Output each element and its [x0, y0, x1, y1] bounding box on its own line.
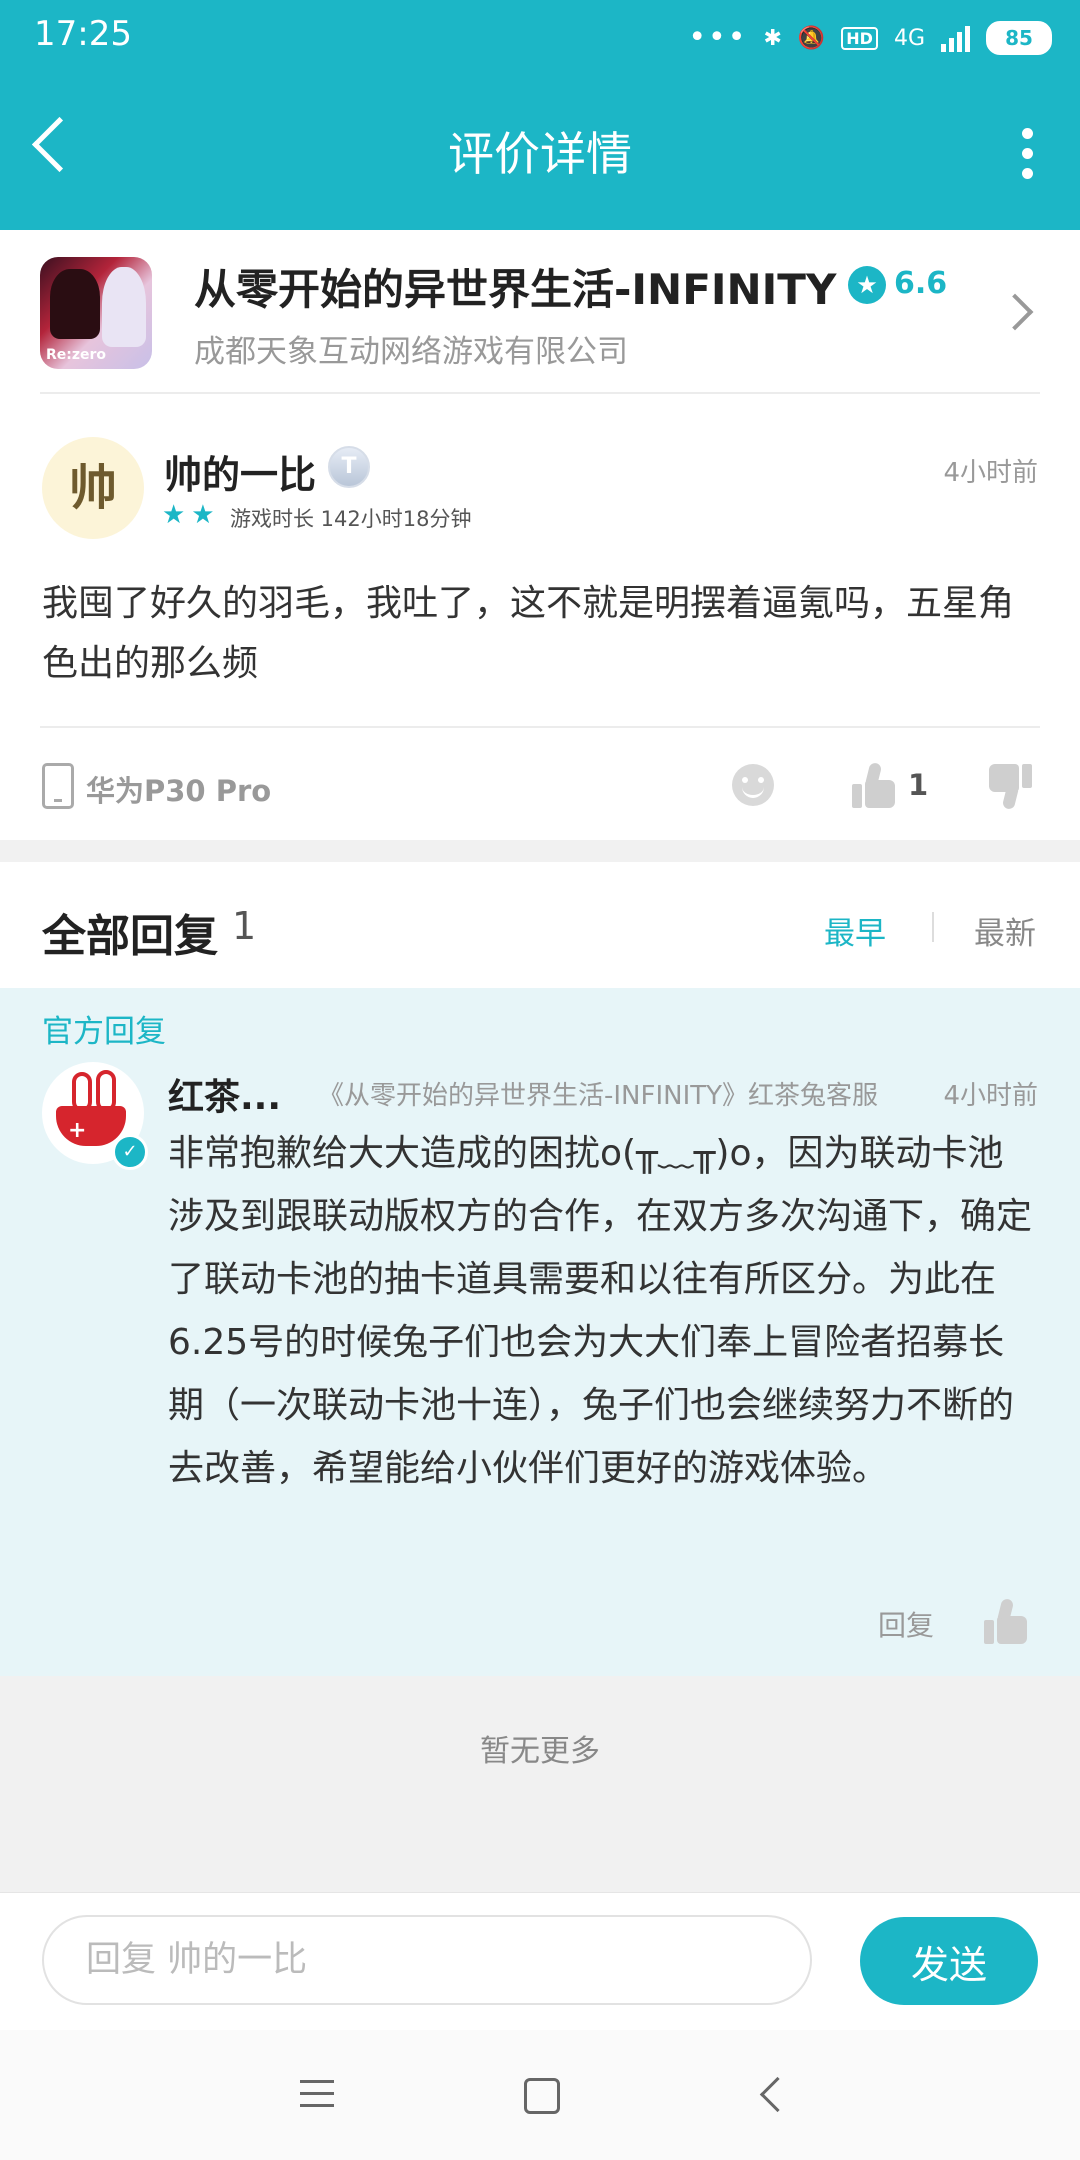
reply-button[interactable]: 回复: [878, 1604, 934, 1644]
game-company: 成都天象互动网络游戏有限公司: [194, 334, 628, 370]
thumbs-up-icon[interactable]: [984, 1596, 1028, 1644]
play-time: 游戏时长 142小时18分钟: [230, 507, 472, 531]
signal-icon: [941, 24, 970, 52]
divider: [40, 726, 1040, 728]
more-options-icon[interactable]: [1022, 128, 1034, 188]
device-name: 华为P30 Pro: [86, 774, 272, 808]
emoji-reaction-icon[interactable]: [732, 764, 774, 806]
score-star-icon: ★: [848, 266, 886, 304]
menu-icon[interactable]: [300, 2080, 334, 2116]
phone-icon: [42, 763, 74, 809]
review-text: 我囤了好久的羽毛，我吐了，这不就是明摆着逼氪吗，五星角色出的那么频: [42, 583, 1015, 684]
game-score: 6.6: [894, 266, 948, 301]
game-name[interactable]: 从零开始的异世界生活-INFINITY: [194, 256, 836, 317]
hd-icon: HD: [841, 26, 878, 50]
rating-stars: ★★: [162, 500, 221, 530]
thumbs-up-icon[interactable]: [852, 760, 896, 808]
official-reply-label: 官方回复: [42, 1014, 166, 1050]
verified-badge-icon: ✓: [112, 1134, 148, 1170]
sort-newest-tab[interactable]: 最新: [974, 908, 1036, 953]
like-count: 1: [908, 768, 929, 802]
replies-count: 1: [232, 904, 257, 948]
status-time: 17:25: [34, 14, 132, 54]
thumbs-down-icon[interactable]: [988, 764, 1032, 812]
battery-icon: 85: [986, 21, 1052, 55]
game-icon[interactable]: Re:zero: [40, 257, 152, 369]
status-icons: ••• ✱ 🔕 HD 4G 85: [688, 18, 1052, 58]
divider: [932, 912, 934, 942]
review-card: [0, 230, 1080, 840]
review-time: 4小时前: [943, 458, 1038, 488]
replier-role: 《从零开始的异世界生活-INFINITY》红茶兔客服: [318, 1081, 879, 1111]
mute-icon: 🔕: [797, 25, 826, 51]
no-more-text: 暂无更多: [480, 1734, 600, 1769]
bluetooth-icon: ✱: [763, 25, 782, 51]
divider: [40, 392, 1040, 394]
network-label: 4G: [893, 25, 925, 51]
reviewer-name[interactable]: 帅的一比: [164, 444, 316, 499]
sort-earliest-tab[interactable]: 最早: [824, 908, 886, 953]
reviewer-avatar[interactable]: 帅: [42, 437, 144, 539]
game-icon-label: Re:zero: [46, 347, 107, 363]
replier-name[interactable]: 红茶...: [168, 1068, 281, 1120]
page-title: 评价详情: [448, 127, 632, 181]
reply-text: 非常抱歉给大大造成的困扰o(╥﹏╥)o，因为联动卡池涉及到跟联动版权方的合作，在…: [168, 1133, 1033, 1489]
more-notifications-icon: •••: [688, 20, 748, 55]
reply-input[interactable]: [42, 1915, 812, 2005]
replies-title: 全部回复: [42, 911, 218, 962]
home-icon[interactable]: [524, 2078, 560, 2114]
level-badge-icon: T: [328, 446, 370, 488]
send-button[interactable]: 发送: [860, 1917, 1038, 2005]
reply-time: 4小时前: [943, 1081, 1038, 1111]
